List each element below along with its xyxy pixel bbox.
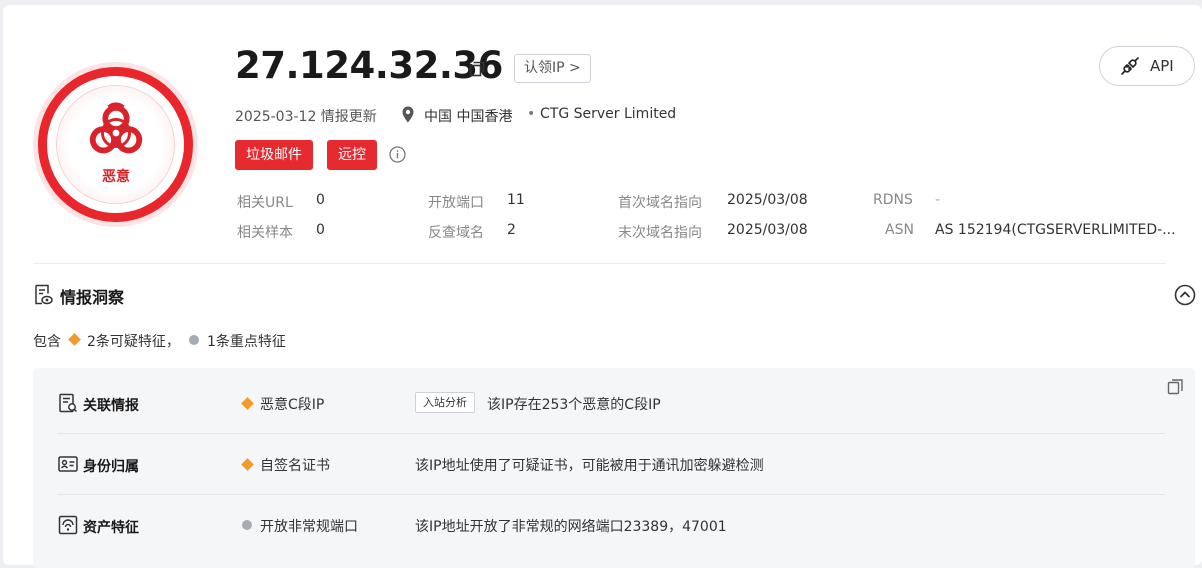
copy-icon[interactable] <box>1167 378 1184 395</box>
stat-reverse-domains-value[interactable]: 2 <box>507 222 516 238</box>
stat-first-domain-value: 2025/03/08 <box>727 192 808 208</box>
api-button[interactable]: API <box>1099 46 1195 86</box>
id-card-icon <box>58 456 78 472</box>
stat-related-url-label: 相关URL <box>237 195 293 211</box>
stat-related-url-value[interactable]: 0 <box>316 192 325 208</box>
claim-ip-button[interactable]: 认领IP > <box>514 54 591 83</box>
plug-icon <box>1121 57 1139 75</box>
header-divider <box>33 263 1166 264</box>
location-text: 中国 中国香港 <box>424 109 513 125</box>
copy-icon[interactable] <box>469 61 485 77</box>
row-desc-identity: 该IP地址使用了可疑证书，可能被用于通讯加密躲避检测 <box>415 458 764 474</box>
api-button-label: API <box>1150 57 1174 75</box>
section-title: 情报洞察 <box>60 288 125 307</box>
row-title-identity: 身份归属 <box>83 459 139 475</box>
stat-rdns-value: - <box>935 192 941 208</box>
row-desc-asset-features: 该IP地址开放了非常规的网络端口23389，47001 <box>415 519 727 535</box>
key-dot-icon <box>189 335 199 345</box>
intel-document-icon <box>59 393 78 413</box>
stat-reverse-domains-label: 反查域名 <box>428 225 484 241</box>
separator-dot: • <box>527 106 536 122</box>
stat-related-sample-value[interactable]: 0 <box>316 222 325 238</box>
row-title-asset-features: 资产特征 <box>83 520 139 536</box>
threat-level-label: 恶意 <box>102 169 130 185</box>
stat-open-ports-label: 开放端口 <box>428 195 484 211</box>
summary-suspicious-count: 2条可疑特征， <box>87 334 180 350</box>
row-feature-self-signed-cert: 自签名证书 <box>260 458 330 474</box>
update-date: 2025-03-12 情报更新 <box>235 109 377 125</box>
info-icon[interactable] <box>389 146 406 163</box>
inbound-analysis-chip[interactable]: 入站分析 <box>415 392 475 413</box>
stat-rdns-label: RDNS <box>873 192 913 208</box>
stat-related-sample-label: 相关样本 <box>237 225 293 241</box>
row-desc-related-intel: 该IP存在253个恶意的C段IP <box>487 397 661 413</box>
key-dot-icon <box>242 520 252 530</box>
stat-first-domain-label: 首次域名指向 <box>618 195 702 211</box>
stat-asn-label: ASN <box>885 222 914 238</box>
summary-key-count: 1条重点特征 <box>207 334 286 350</box>
row-divider <box>58 433 1165 434</box>
row-feature-malicious-c-segment: 恶意C段IP <box>260 397 325 413</box>
summary-prefix: 包含 <box>33 334 61 350</box>
tag-spam[interactable]: 垃圾邮件 <box>235 140 313 170</box>
row-feature-unusual-ports: 开放非常规端口 <box>260 519 358 535</box>
row-divider <box>58 494 1165 495</box>
stat-asn-value[interactable]: AS 152194(CTGSERVERLIMITED-... <box>935 222 1176 238</box>
stat-open-ports-value[interactable]: 11 <box>507 192 525 208</box>
organization-text: CTG Server Limited <box>540 106 677 122</box>
report-eye-icon <box>35 284 53 305</box>
biohazard-icon <box>89 102 143 154</box>
ip-address-title: 27.124.32.36 <box>235 44 503 87</box>
stat-last-domain-label: 末次域名指向 <box>618 225 702 241</box>
tag-remote-control[interactable]: 远控 <box>327 140 377 170</box>
asset-signal-icon <box>58 515 78 535</box>
collapse-icon[interactable] <box>1174 284 1196 306</box>
row-title-related-intel: 关联情报 <box>83 398 139 414</box>
location-pin-icon <box>402 106 414 123</box>
stat-last-domain-value: 2025/03/08 <box>727 222 808 238</box>
